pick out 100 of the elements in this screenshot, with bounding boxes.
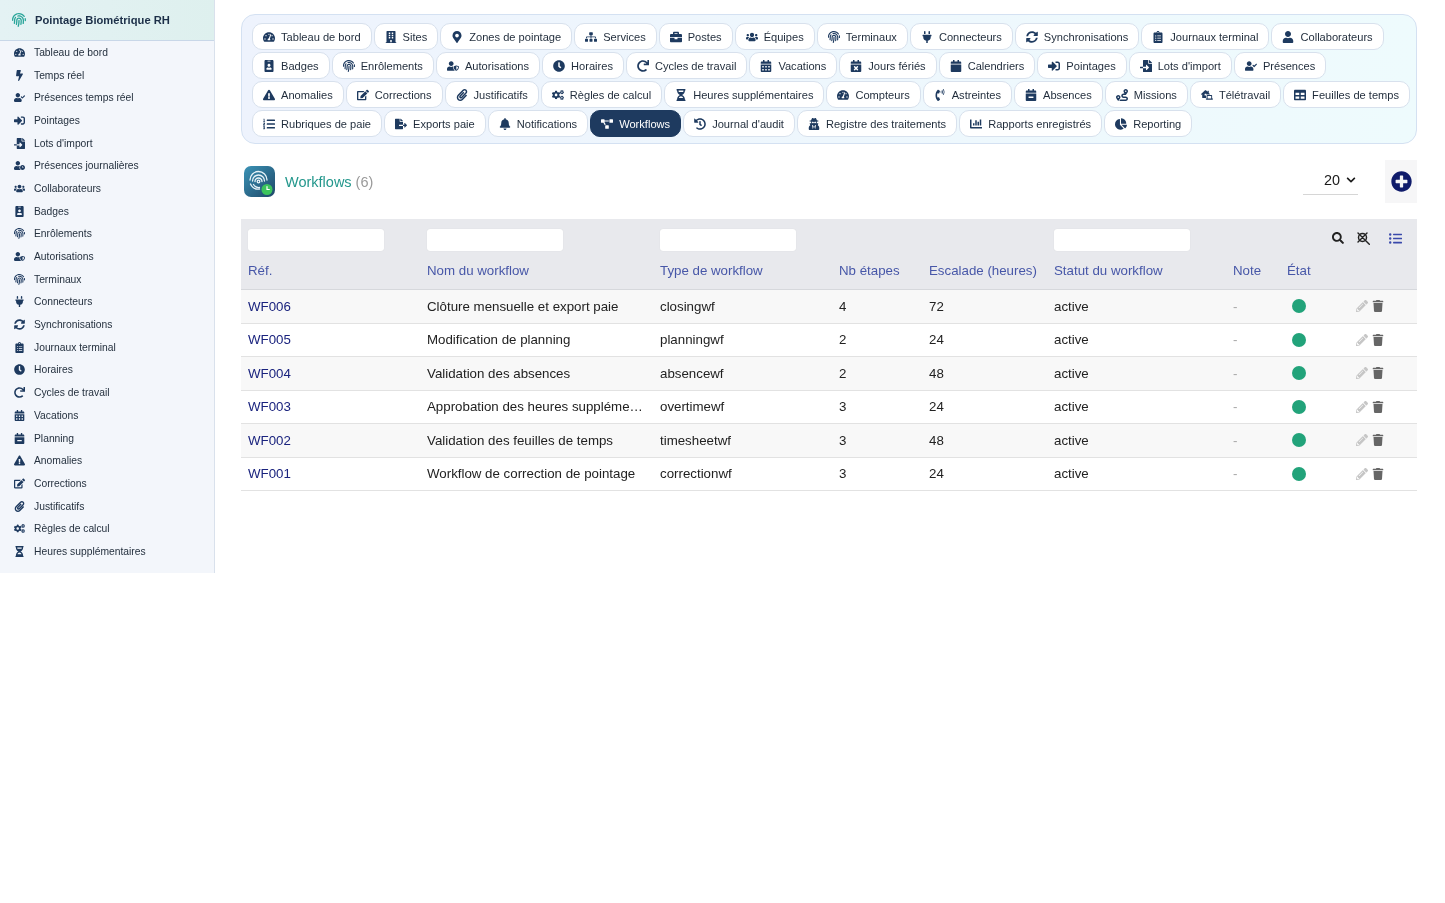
tab[interactable]: Sites [373,23,439,50]
tab[interactable]: Présences [1233,52,1327,79]
tab[interactable]: Cycles de travail [626,52,748,79]
tab[interactable]: Règles de calcul [540,81,663,108]
sidebar-item[interactable]: Collaborateurs [0,177,214,200]
tab[interactable]: Tableau de bord [252,23,372,50]
tab[interactable]: Journal d'audit [683,110,795,137]
sidebar-item[interactable]: Planning [0,426,214,450]
sidebar-item[interactable]: Badges [0,199,214,223]
sidebar-item[interactable]: Tableau de bord [0,41,214,64]
tab[interactable]: Synchronisations [1014,23,1140,50]
tab[interactable]: Pointages [1037,52,1127,79]
sidebar-item[interactable]: Présences journalières [0,154,214,178]
ref-link[interactable]: WF004 [248,365,291,381]
plug-icon [920,30,933,43]
tab[interactable]: Équipes [734,23,815,50]
sidebar-item[interactable]: Synchronisations [0,313,214,336]
calendar-minus-icon [1025,88,1038,101]
search-icon[interactable] [1332,232,1344,244]
sidebar-item[interactable]: Anomalies [0,449,214,473]
sidebar-item[interactable]: Enrôlements [0,222,214,246]
sidebar-item[interactable]: Temps réel [0,63,214,87]
crossed-magnifier-icon[interactable] [1357,231,1370,245]
page-size-select[interactable]: 20 [1303,166,1358,195]
sidebar-item[interactable]: Cycles de travail [0,381,214,404]
sidebar-item[interactable]: Lots d'import [0,131,214,155]
tab[interactable]: Lots d'import [1128,52,1232,79]
tab[interactable]: Notifications [487,110,589,137]
tab[interactable]: Terminaux [816,23,908,50]
list-icon[interactable] [1389,231,1402,245]
sidebar-item[interactable]: Vacations [0,404,214,427]
sidebar-item[interactable]: Journaux terminal [0,335,214,359]
tab[interactable]: Horaires [542,52,624,79]
column-header[interactable]: Type de workflow [660,262,763,278]
tab[interactable]: Reporting [1104,110,1193,137]
tab[interactable]: Jours fériés [839,52,937,79]
sidebar-item[interactable]: Règles de calcul [0,517,214,541]
trash-icon[interactable] [1372,400,1384,413]
sidebar-item[interactable]: Autorisations [0,245,214,268]
tab[interactable]: Registre des traitements [796,110,958,137]
filter-field[interactable] [1054,229,1190,251]
tab[interactable]: Journaux terminal [1141,23,1270,50]
tab[interactable]: Collaborateurs [1271,23,1384,50]
tab[interactable]: Connecteurs [909,23,1013,50]
tab[interactable]: Rubriques de paie [252,110,383,137]
sidebar-item[interactable]: Présences temps réel [0,86,214,110]
column-header[interactable]: Escalade (heures) [929,262,1037,278]
sidebar-item[interactable]: Corrections [0,472,214,495]
tab[interactable]: Justificatifs [444,81,539,108]
trash-icon[interactable] [1372,467,1384,480]
ref-link[interactable]: WF002 [248,432,291,448]
tab[interactable]: Télétravail [1189,81,1282,108]
ref-link[interactable]: WF001 [248,466,291,482]
table-cell: active [1054,298,1089,314]
trash-icon[interactable] [1372,367,1384,380]
clipboard-icon [14,341,25,353]
tab[interactable]: Heures supplémentaires [664,81,825,108]
tab[interactable]: Absences [1014,81,1103,108]
sidebar-item[interactable]: Justificatifs [0,494,214,518]
fingerprint-icon [14,273,25,285]
column-header[interactable]: Note [1233,262,1262,278]
tab[interactable]: Feuilles de temps [1283,81,1411,108]
trash-icon[interactable] [1372,300,1384,313]
tab[interactable]: Autorisations [435,52,541,79]
tab[interactable]: Calendriers [938,52,1036,79]
tab[interactable]: Anomalies [252,81,344,108]
sidebar-item[interactable]: Pointages [0,109,214,132]
filter-field[interactable] [427,229,563,251]
sidebar-item[interactable]: Terminaux [0,267,214,291]
column-header[interactable]: Statut du workflow [1054,262,1163,278]
tab[interactable]: Compteurs [826,81,921,108]
sidebar-item[interactable]: Heures supplémentaires [0,540,214,563]
filter-field[interactable] [660,229,796,251]
tab[interactable]: Services [574,23,657,50]
calendar-icon [949,59,962,72]
ref-link[interactable]: WF006 [248,298,291,314]
tab[interactable]: Exports paie [384,110,486,137]
column-header[interactable]: Nom du workflow [427,262,529,278]
tab[interactable]: Missions [1104,81,1188,108]
tab[interactable]: Corrections [345,81,443,108]
trash-icon[interactable] [1372,434,1384,447]
ref-link[interactable]: WF003 [248,399,291,415]
tab[interactable]: Postes [658,23,733,50]
add-button[interactable] [1385,160,1417,203]
edit-icon [14,477,25,489]
sidebar-item[interactable]: Horaires [0,358,214,382]
tab[interactable]: Badges [252,52,330,79]
ref-link[interactable]: WF005 [248,332,291,348]
tab[interactable]: Astreintes [922,81,1013,108]
tab[interactable]: Zones de pointage [440,23,573,50]
tab[interactable]: Rapports enregistrés [959,110,1103,137]
trash-icon[interactable] [1372,333,1384,346]
filter-field[interactable] [248,229,384,251]
tab[interactable]: Enrôlements [331,52,434,79]
column-header[interactable]: État [1287,262,1311,278]
column-header[interactable]: Nb étapes [839,262,900,278]
tab[interactable]: Vacations [749,52,838,79]
column-header[interactable]: Réf. [248,262,273,278]
sidebar-item[interactable]: Connecteurs [0,290,214,314]
tab[interactable]: Workflows [590,110,682,137]
